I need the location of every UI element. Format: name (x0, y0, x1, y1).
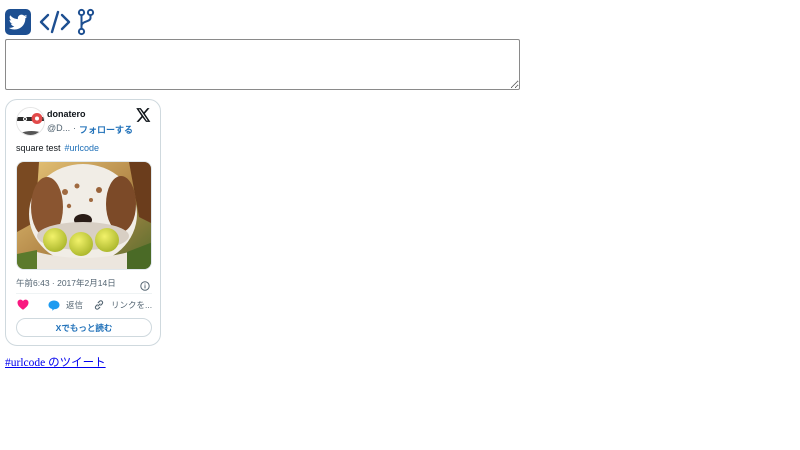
url-input[interactable] (5, 39, 520, 90)
tweet-actions: 返信 リンクを... (16, 299, 156, 313)
divider (16, 293, 152, 294)
code-icon[interactable] (39, 9, 71, 35)
twitter-icon[interactable] (5, 9, 31, 35)
separator-dot: · (73, 123, 76, 133)
copy-link-label: リンクを... (111, 300, 153, 310)
handle[interactable]: @D... (47, 123, 70, 133)
timestamp-link[interactable]: 午前6:43 · 2017年2月14日 (16, 277, 116, 289)
follow-link[interactable]: フォローする (79, 123, 133, 136)
tweet-photo[interactable] (16, 161, 152, 270)
tweet-text: square test #urlcode (16, 143, 99, 153)
hashtag-link[interactable]: #urlcode (65, 143, 100, 153)
hashtag-tweets-link[interactable]: #urlcode のツイート (5, 354, 106, 370)
copy-link-button[interactable]: リンクを... (93, 299, 152, 311)
avatar[interactable] (16, 107, 45, 136)
heart-icon (17, 299, 29, 310)
reply-label: 返信 (66, 300, 84, 310)
info-icon[interactable] (140, 276, 150, 291)
x-logo-icon[interactable] (136, 107, 151, 122)
like-button[interactable] (17, 299, 29, 310)
tweet-body: square test (16, 143, 61, 153)
reply-button[interactable]: 返信 (48, 299, 83, 311)
link-icon (94, 300, 104, 310)
reply-bubble-icon (48, 300, 60, 311)
display-name[interactable]: donatero (47, 109, 86, 119)
tweet-card: donatero @D... · フォローする square test #urlc… (5, 99, 161, 346)
fork-icon[interactable] (77, 8, 95, 36)
toolbar (5, 8, 95, 36)
read-more-button[interactable]: Xでもっと読む (16, 318, 152, 337)
